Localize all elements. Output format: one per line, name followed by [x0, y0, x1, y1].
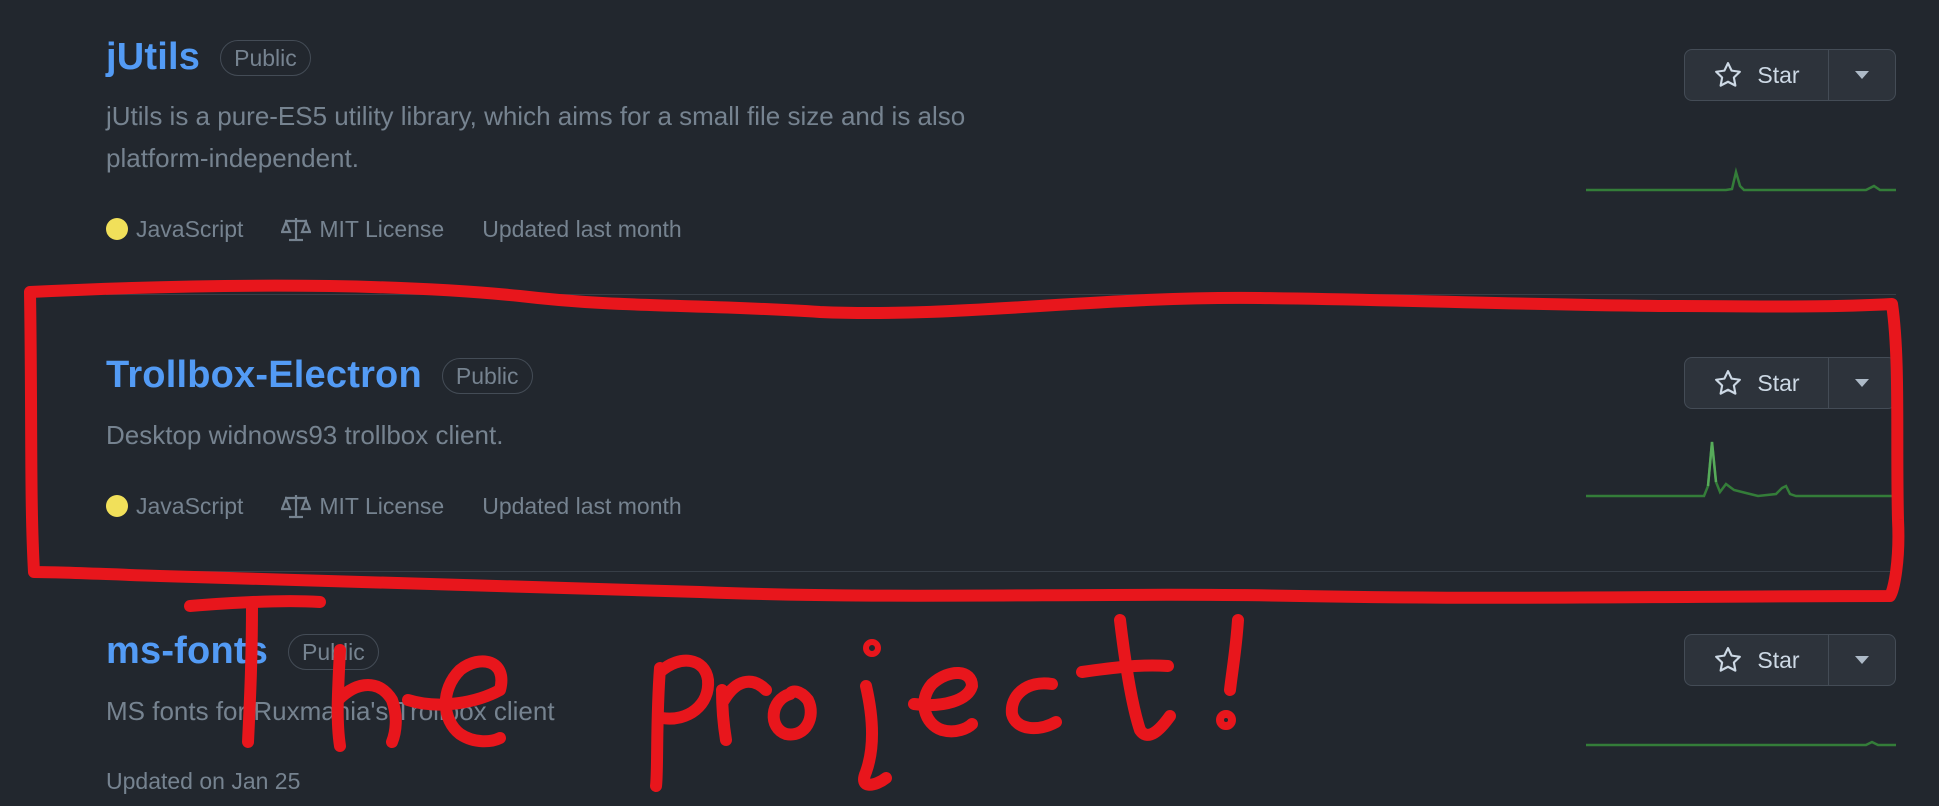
- repo-description-line: platform-independent.: [106, 143, 359, 173]
- repo-meta: JavaScript MIT License Updated last mont…: [106, 492, 720, 520]
- triangle-down-icon: [1855, 656, 1869, 664]
- star-button[interactable]: Star: [1685, 50, 1829, 100]
- language-info: JavaScript: [106, 493, 243, 520]
- divider: [106, 294, 1896, 295]
- repo-meta: Updated on Jan 25: [106, 768, 338, 795]
- repo-title-row: jUtils Public: [106, 36, 311, 79]
- activity-sparkline: [1586, 740, 1896, 747]
- star-lists-dropdown[interactable]: [1829, 50, 1895, 100]
- star-lists-dropdown[interactable]: [1829, 635, 1895, 685]
- repo-description: MS fonts for Ruxmania's Trollbox client: [106, 690, 1066, 732]
- activity-sparkline: [1586, 167, 1896, 192]
- language-label: JavaScript: [136, 215, 244, 242]
- star-button-group: Star: [1684, 357, 1896, 409]
- updated-label: Updated on Jan 25: [106, 768, 301, 794]
- repo-description: Desktop widnows93 trollbox client.: [106, 414, 1066, 456]
- law-icon: [281, 218, 312, 242]
- law-icon: [281, 495, 312, 519]
- star-button[interactable]: Star: [1685, 358, 1829, 408]
- repo-name-link[interactable]: ms-fonts: [106, 630, 268, 673]
- star-label: Star: [1757, 646, 1800, 673]
- star-label: Star: [1757, 369, 1800, 396]
- language-info: JavaScript: [106, 216, 243, 243]
- triangle-down-icon: [1855, 71, 1869, 79]
- star-icon: [1715, 647, 1742, 672]
- triangle-down-icon: [1855, 379, 1869, 387]
- visibility-badge: Public: [220, 39, 311, 76]
- visibility-badge: Public: [288, 633, 379, 670]
- language-color-dot: [106, 495, 128, 517]
- repo-description-line: MS fonts for Ruxmania's Trollbox client: [106, 696, 555, 726]
- updated-label: Updated last month: [482, 492, 682, 519]
- language-color-dot: [106, 218, 128, 240]
- repo-meta: JavaScript MIT License Updated last mont…: [106, 215, 720, 243]
- star-icon: [1715, 370, 1742, 395]
- repo-name-link[interactable]: Trollbox-Electron: [106, 354, 422, 397]
- activity-sparkline: [1586, 441, 1896, 498]
- repo-title-row: Trollbox-Electron Public: [106, 354, 533, 397]
- repo-name-link[interactable]: jUtils: [106, 36, 200, 79]
- license-label: MIT License: [319, 492, 445, 519]
- divider: [106, 571, 1896, 572]
- language-label: JavaScript: [136, 492, 244, 519]
- star-lists-dropdown[interactable]: [1829, 358, 1895, 408]
- repo-description-line: Desktop widnows93 trollbox client.: [106, 420, 504, 450]
- visibility-badge: Public: [441, 357, 533, 394]
- updated-label: Updated last month: [482, 215, 682, 242]
- license-info[interactable]: MIT License: [281, 492, 444, 520]
- star-icon: [1715, 62, 1742, 87]
- license-label: MIT License: [319, 215, 445, 242]
- star-label: Star: [1757, 61, 1800, 88]
- repo-description-line: jUtils is a pure-ES5 utility library, wh…: [106, 101, 966, 131]
- license-info[interactable]: MIT License: [281, 215, 444, 243]
- repo-title-row: ms-fonts Public: [106, 630, 379, 673]
- repo-description: jUtils is a pure-ES5 utility library, wh…: [106, 95, 1066, 179]
- star-button[interactable]: Star: [1685, 635, 1829, 685]
- star-button-group: Star: [1684, 634, 1896, 686]
- star-button-group: Star: [1684, 49, 1896, 101]
